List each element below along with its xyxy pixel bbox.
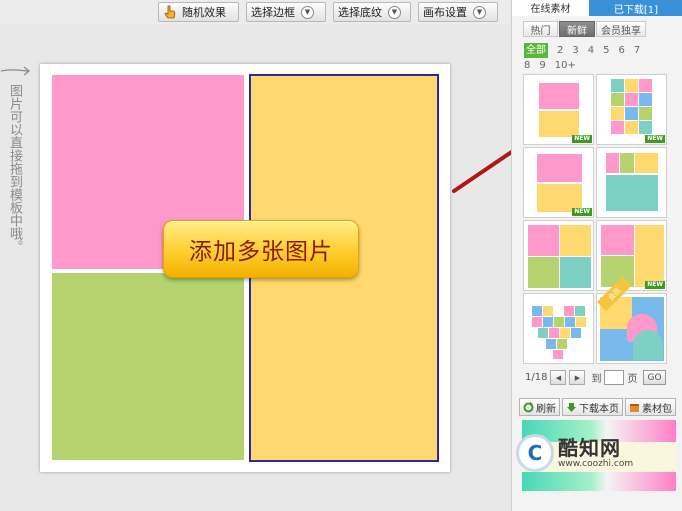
package-icon	[629, 402, 640, 413]
go-button[interactable]: GO	[643, 370, 666, 385]
refresh-icon	[523, 401, 534, 413]
count-filter-item[interactable]: 4	[588, 43, 594, 58]
add-multiple-photos-button[interactable]: 添加多张图片	[163, 220, 359, 278]
template-thumb[interactable]	[523, 220, 594, 291]
new-badge: NEW	[645, 281, 665, 289]
template-thumb[interactable]: NEW	[596, 74, 667, 145]
new-badge: NEW	[572, 208, 592, 216]
select-texture-button[interactable]: 选择底纹 ▼	[333, 2, 411, 22]
count-filter-item[interactable]: 2	[557, 43, 563, 58]
random-effect-button[interactable]: 随机效果	[158, 2, 239, 22]
chevron-down-icon: ▼	[473, 5, 486, 19]
hand-pointer-icon	[163, 5, 177, 19]
download-icon	[566, 402, 577, 413]
template-thumb[interactable]: NEW	[596, 220, 667, 291]
chevron-down-icon: ▼	[301, 5, 314, 19]
download-page-label: 下载本页	[579, 403, 619, 415]
material-pack-label: 素材包	[642, 403, 672, 415]
tab-fresh[interactable]: 新鲜	[559, 21, 595, 37]
tab-online-materials[interactable]: 在线素材	[512, 0, 589, 16]
heart-collage-preview-icon	[532, 306, 586, 359]
refresh-button[interactable]: 刷新	[519, 398, 560, 416]
select-border-button[interactable]: 选择边框 ▼	[246, 2, 326, 22]
count-filter-item[interactable]: 5	[603, 43, 609, 58]
goto-label: 到	[591, 374, 602, 385]
count-filter-item[interactable]: 7	[634, 43, 640, 58]
add-multiple-photos-label: 添加多张图片	[189, 239, 333, 265]
coozhi-logo-icon: C	[516, 434, 554, 472]
material-pack-button[interactable]: 素材包	[625, 398, 676, 416]
collage-canvas[interactable]: 添加多张图片	[40, 64, 450, 472]
template-thumb[interactable]: 会员	[596, 276, 667, 364]
drag-hint-text: 图片可以直接拖到模板中哦。	[7, 84, 22, 253]
random-effect-label: 随机效果	[182, 6, 226, 19]
count-filter-item[interactable]: 6	[619, 43, 625, 58]
template-thumb[interactable]	[596, 147, 667, 218]
photo-cell-bottom-left[interactable]	[52, 273, 244, 460]
select-border-label: 选择边框	[251, 6, 295, 19]
count-filter-item[interactable]: 8	[524, 58, 530, 73]
hint-arrow-icon	[0, 66, 31, 76]
top-toolbar: 随机效果 选择边框 ▼ 选择底纹 ▼ 画布设置 ▼	[0, 0, 510, 24]
count-filter-item[interactable]: 9	[539, 58, 545, 73]
watermark-url: www.coozhi.com	[558, 458, 634, 469]
canvas-settings-button[interactable]: 画布设置 ▼	[418, 2, 498, 22]
panel-tabs: 在线素材 已下载[1]	[512, 0, 682, 16]
category-tabs: 热门 新鲜 会员独享	[523, 21, 647, 37]
count-filter-item[interactable]: 10+	[555, 58, 576, 73]
select-texture-label: 选择底纹	[338, 6, 382, 19]
template-thumb[interactable]: NEW	[523, 74, 594, 145]
tab-downloaded[interactable]: 已下载[1]	[589, 0, 682, 16]
new-badge: NEW	[572, 135, 592, 143]
download-page-button[interactable]: 下载本页	[562, 398, 623, 416]
page-unit-label: 页	[627, 374, 638, 385]
watermark-logo: C 酷知网 www.coozhi.com	[516, 434, 633, 472]
template-thumb[interactable]: NEW	[523, 147, 594, 218]
tab-vip-exclusive[interactable]: 会员独享	[596, 21, 646, 37]
watermark-name: 酷知网	[558, 435, 621, 460]
new-badge: NEW	[645, 135, 665, 143]
refresh-label: 刷新	[536, 403, 556, 415]
photo-count-filter: 全部 2 3 4 5 6 7 8 9 10+	[524, 43, 674, 73]
count-filter-all[interactable]: 全部	[524, 43, 548, 58]
page-number-input[interactable]	[604, 370, 625, 385]
page-indicator: 1/18	[525, 372, 548, 383]
prev-page-button[interactable]: ◀	[550, 370, 567, 385]
pagination: 1/18 ◀ ▶ 到 页 GO	[525, 370, 666, 385]
panel-actions: 刷新 下载本页 素材包	[519, 398, 678, 416]
count-filter-item[interactable]: 3	[572, 43, 578, 58]
next-page-button[interactable]: ▶	[569, 370, 586, 385]
template-thumb[interactable]	[523, 293, 594, 364]
tab-hot[interactable]: 热门	[523, 21, 558, 37]
chevron-down-icon: ▼	[388, 5, 401, 19]
canvas-settings-label: 画布设置	[423, 6, 467, 19]
